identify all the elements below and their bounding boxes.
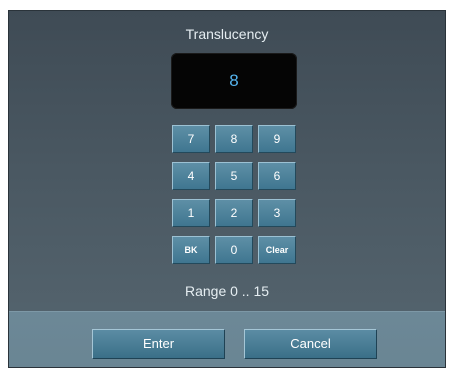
clear-key[interactable]: Clear (258, 236, 296, 264)
key-7[interactable]: 7 (172, 125, 210, 153)
cancel-button[interactable]: Cancel (244, 329, 377, 359)
key-9[interactable]: 9 (258, 125, 296, 153)
display-value: 8 (229, 71, 239, 90)
key-6[interactable]: 6 (258, 162, 296, 190)
key-2[interactable]: 2 (215, 199, 253, 227)
key-1[interactable]: 1 (172, 199, 210, 227)
dialog-title: Translucency (185, 26, 269, 42)
key-0[interactable]: 0 (215, 236, 253, 264)
key-8[interactable]: 8 (215, 125, 253, 153)
value-display: 8 (171, 53, 297, 109)
enter-button[interactable]: Enter (92, 329, 225, 359)
dialog-footer: Enter Cancel (9, 311, 445, 367)
range-hint: Range 0 .. 15 (184, 283, 270, 299)
backspace-key[interactable]: BK (172, 236, 210, 264)
key-5[interactable]: 5 (215, 162, 253, 190)
translucency-dialog: Translucency 8 7 8 9 4 5 6 1 2 3 BK 0 Cl… (8, 10, 446, 368)
key-3[interactable]: 3 (258, 199, 296, 227)
screenshot-frame: Translucency 8 7 8 9 4 5 6 1 2 3 BK 0 Cl… (0, 0, 452, 375)
key-4[interactable]: 4 (172, 162, 210, 190)
